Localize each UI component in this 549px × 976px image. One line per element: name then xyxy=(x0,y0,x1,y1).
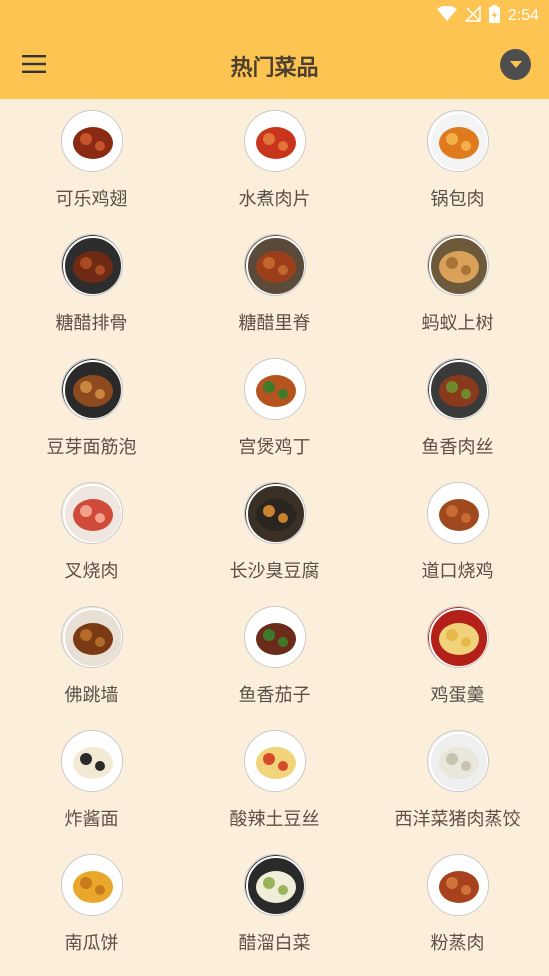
app-header: 2:54 热门菜品 xyxy=(0,0,549,99)
dish-item[interactable]: 道口烧鸡 xyxy=(366,482,549,606)
dish-image xyxy=(60,110,123,172)
dish-item[interactable]: 粉蒸肉 xyxy=(366,854,549,976)
dish-name: 酸辣土豆丝 xyxy=(229,809,320,830)
chevron-down-icon xyxy=(509,60,522,68)
dish-name: 叉烧肉 xyxy=(64,561,119,582)
dish-image xyxy=(243,234,306,296)
no-signal-icon xyxy=(464,5,481,26)
dish-name: 西洋菜猪肉蒸饺 xyxy=(394,809,521,830)
dish-grid: 可乐鸡翅 水煮肉片 锅包肉糖醋排骨 糖醋里脊 蚂蚁上树豆芽面筋泡 宫煲鸡丁 鱼香肉丝叉烧肉 长… xyxy=(0,99,549,976)
dish-item[interactable]: 豆芽面筋泡 xyxy=(0,358,183,482)
dish-item[interactable]: 炸酱面 xyxy=(0,730,183,854)
toolbar: 热门菜品 xyxy=(0,30,549,99)
dish-image xyxy=(426,234,489,296)
dish-name: 道口烧鸡 xyxy=(421,561,494,582)
dish-item[interactable]: 鱼香茄子 xyxy=(183,606,366,730)
dish-name: 锅包肉 xyxy=(430,189,485,210)
dish-image xyxy=(243,358,306,420)
dish-name: 宫煲鸡丁 xyxy=(238,437,311,458)
dish-image xyxy=(243,854,306,916)
dropdown-button[interactable] xyxy=(500,49,531,80)
dish-name: 鱼香茄子 xyxy=(238,685,311,706)
dish-image xyxy=(60,730,123,792)
dish-item[interactable]: 鱼香肉丝 xyxy=(366,358,549,482)
dish-image xyxy=(426,110,489,172)
dish-image xyxy=(426,482,489,544)
dish-name: 水煮肉片 xyxy=(238,189,311,210)
dish-image xyxy=(243,730,306,792)
dish-name: 佛跳墙 xyxy=(64,685,119,706)
dish-name: 长沙臭豆腐 xyxy=(229,561,320,582)
dish-item[interactable]: 西洋菜猪肉蒸饺 xyxy=(366,730,549,854)
dish-image xyxy=(426,854,489,916)
dish-name: 豆芽面筋泡 xyxy=(46,437,137,458)
dish-item[interactable]: 蚂蚁上树 xyxy=(366,234,549,358)
dish-item[interactable]: 南瓜饼 xyxy=(0,854,183,976)
dish-item[interactable]: 宫煲鸡丁 xyxy=(183,358,366,482)
dish-name: 糖醋里脊 xyxy=(238,313,311,334)
dish-item[interactable]: 鸡蛋羹 xyxy=(366,606,549,730)
wifi-icon xyxy=(436,5,457,26)
dish-image xyxy=(426,606,489,668)
dish-name: 糖醋排骨 xyxy=(55,313,128,334)
dish-image xyxy=(426,730,489,792)
dish-image xyxy=(60,854,123,916)
dish-name: 鱼香肉丝 xyxy=(421,437,494,458)
dish-image xyxy=(426,358,489,420)
dish-item[interactable]: 长沙臭豆腐 xyxy=(183,482,366,606)
status-bar: 2:54 xyxy=(436,5,539,27)
dish-item[interactable]: 糖醋里脊 xyxy=(183,234,366,358)
dish-image xyxy=(243,482,306,544)
dish-image xyxy=(60,606,123,668)
dish-item[interactable]: 佛跳墙 xyxy=(0,606,183,730)
dish-item[interactable]: 锅包肉 xyxy=(366,110,549,234)
dish-item[interactable]: 水煮肉片 xyxy=(183,110,366,234)
dish-name: 可乐鸡翅 xyxy=(55,189,128,210)
dish-item[interactable]: 叉烧肉 xyxy=(0,482,183,606)
page-title: 热门菜品 xyxy=(230,56,319,81)
dish-name: 醋溜白菜 xyxy=(238,933,311,954)
dish-item[interactable]: 醋溜白菜 xyxy=(183,854,366,976)
dish-image xyxy=(243,606,306,668)
battery-charging-icon xyxy=(488,5,500,27)
dish-item[interactable]: 可乐鸡翅 xyxy=(0,110,183,234)
status-time: 2:54 xyxy=(507,7,539,24)
dish-item[interactable]: 糖醋排骨 xyxy=(0,234,183,358)
dish-image xyxy=(60,482,123,544)
dish-name: 炸酱面 xyxy=(64,809,119,830)
dish-name: 蚂蚁上树 xyxy=(421,313,494,334)
dish-name: 南瓜饼 xyxy=(64,933,119,954)
dish-item[interactable]: 酸辣土豆丝 xyxy=(183,730,366,854)
dish-name: 鸡蛋羹 xyxy=(430,685,485,706)
dish-name: 粉蒸肉 xyxy=(430,933,485,954)
dish-image xyxy=(60,358,123,420)
dish-image xyxy=(60,234,123,296)
dish-image xyxy=(243,110,306,172)
